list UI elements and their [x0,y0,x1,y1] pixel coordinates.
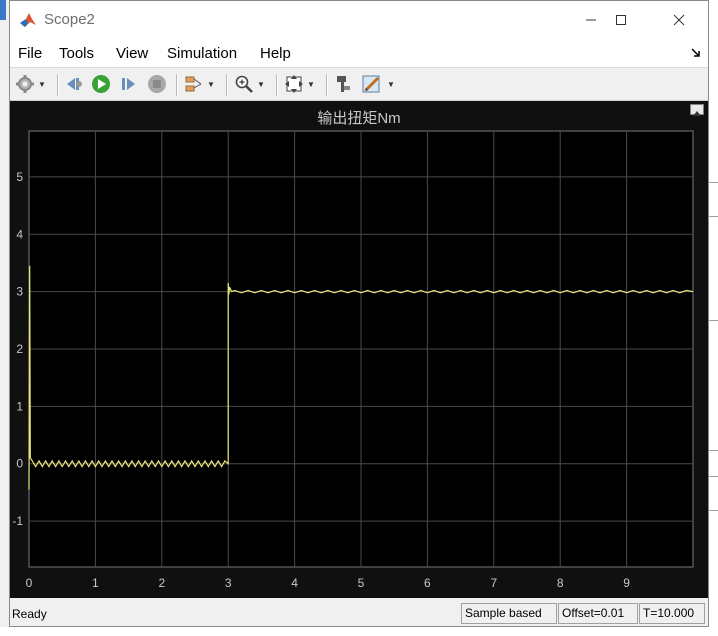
chevron-down-icon: ▼ [38,79,46,89]
highlight-block-button[interactable] [333,73,353,95]
step-back-button[interactable] [64,73,84,95]
x-tick-label: 5 [358,576,365,590]
menu-view[interactable]: View [116,45,148,62]
x-tick-label: 0 [26,576,33,590]
menu-simulation[interactable]: Simulation [167,45,237,62]
y-tick-label: 5 [16,170,23,184]
chevron-down-icon: ▼ [307,79,315,89]
dock-arrow-icon[interactable] [690,47,702,59]
signal-selector-icon [185,76,202,92]
signal-selector-button[interactable]: ▼ [184,73,215,95]
step-forward-button[interactable] [119,73,139,95]
highlight-block-icon [337,76,350,92]
edit-icon [362,75,380,93]
scope-window: Scope2 File Tools View Simulation Help ▼ [9,0,709,627]
fit-to-view-button[interactable]: ▼ [284,73,315,95]
run-icon [92,75,110,93]
scope-display[interactable]: 0 1 2 3 4 5 6 7 8 9 -1 0 1 2 3 4 5 输出扭矩Nm [10,101,708,598]
menu-help[interactable]: Help [260,45,291,62]
x-tick-label: 7 [490,576,497,590]
background-app-right [709,0,718,636]
plot-title: 输出扭矩Nm [317,110,401,127]
toolbar-separator [276,74,278,96]
toolbar-separator [226,74,228,96]
stop-button[interactable] [147,73,167,95]
zoom-icon [235,75,253,93]
zoom-button[interactable]: ▼ [234,73,265,95]
fit-to-view-icon [285,75,303,93]
run-button[interactable] [91,73,111,95]
close-icon [673,14,685,26]
time-field: T=10.000 [639,603,705,624]
step-forward-icon [122,78,135,90]
y-tick-label: 2 [16,342,23,356]
toolbar-separator [326,74,328,96]
y-tick-label: 3 [16,285,23,299]
toolbar-separator [57,74,59,96]
x-tick-label: 2 [158,576,165,590]
chevron-down-icon: ▼ [257,79,265,89]
menu-file[interactable]: File [18,45,42,62]
y-tick-label: 4 [16,227,23,241]
maximize-button[interactable] [598,5,644,35]
edit-button[interactable]: ▼ [362,73,395,95]
settings-icon [16,75,34,93]
y-tick-label: 1 [16,399,23,413]
sample-mode-field: Sample based [461,603,557,624]
y-tick-label: 0 [16,457,23,471]
toolbar-separator [176,74,178,96]
close-button[interactable] [656,5,702,35]
expand-icon [693,111,701,116]
minimize-icon [586,19,596,21]
background-app-bottom [0,627,718,636]
menu-bar: File Tools View Simulation Help [10,39,708,67]
x-tick-label: 3 [225,576,232,590]
x-tick-label: 4 [291,576,298,590]
x-tick-label: 1 [92,576,99,590]
offset-field: Offset=0.01 [558,603,638,624]
stop-icon [148,75,166,93]
background-app-strip [0,0,9,636]
window-title: Scope2 [44,11,95,28]
settings-button[interactable]: ▼ [15,73,46,95]
chevron-down-icon: ▼ [387,79,395,89]
x-tick-label: 6 [424,576,431,590]
x-tick-label: 8 [557,576,564,590]
status-ready-text: Ready [12,607,47,621]
x-tick-label: 9 [623,576,630,590]
y-tick-label: -1 [12,514,23,528]
step-back-icon [67,78,82,90]
matlab-logo-icon [19,11,37,29]
undock-axes-button[interactable] [690,104,704,116]
chevron-down-icon: ▼ [207,79,215,89]
maximize-icon [616,15,626,25]
plot-area[interactable]: 0 1 2 3 4 5 6 7 8 9 -1 0 1 2 3 4 5 [10,101,708,598]
title-bar: Scope2 [10,1,708,39]
menu-tools[interactable]: Tools [59,45,94,62]
toolbar: ▼ ▼ ▼ ▼ ▼ [10,67,708,101]
status-bar: Ready Sample based Offset=0.01 T=10.000 [10,601,708,626]
